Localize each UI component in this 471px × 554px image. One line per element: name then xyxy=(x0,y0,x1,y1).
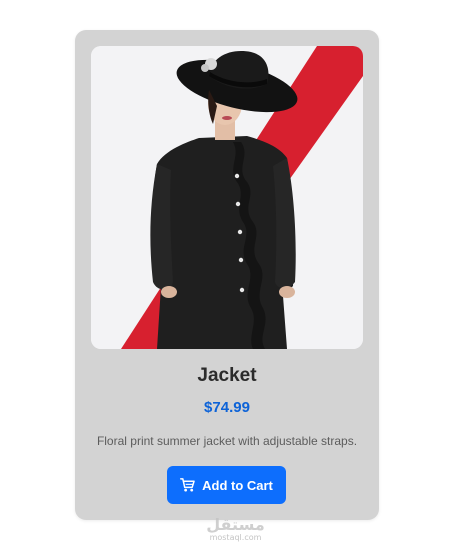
product-title: Jacket xyxy=(197,365,257,386)
product-image xyxy=(91,46,363,349)
product-description: Floral print summer jacket with adjustab… xyxy=(96,434,358,448)
page: Jacket $74.99 Floral print summer jacket… xyxy=(0,0,471,554)
add-to-cart-button[interactable]: Add to Cart xyxy=(167,466,286,504)
product-price: $74.99 xyxy=(204,399,250,416)
product-card: Jacket $74.99 Floral print summer jacket… xyxy=(75,30,379,520)
watermark-logo: مستقل mostaql.com xyxy=(0,517,471,542)
watermark-arabic: مستقل xyxy=(206,515,265,534)
add-to-cart-label: Add to Cart xyxy=(202,477,273,493)
watermark-domain: mostaql.com xyxy=(209,533,262,542)
cart-icon xyxy=(180,478,195,492)
